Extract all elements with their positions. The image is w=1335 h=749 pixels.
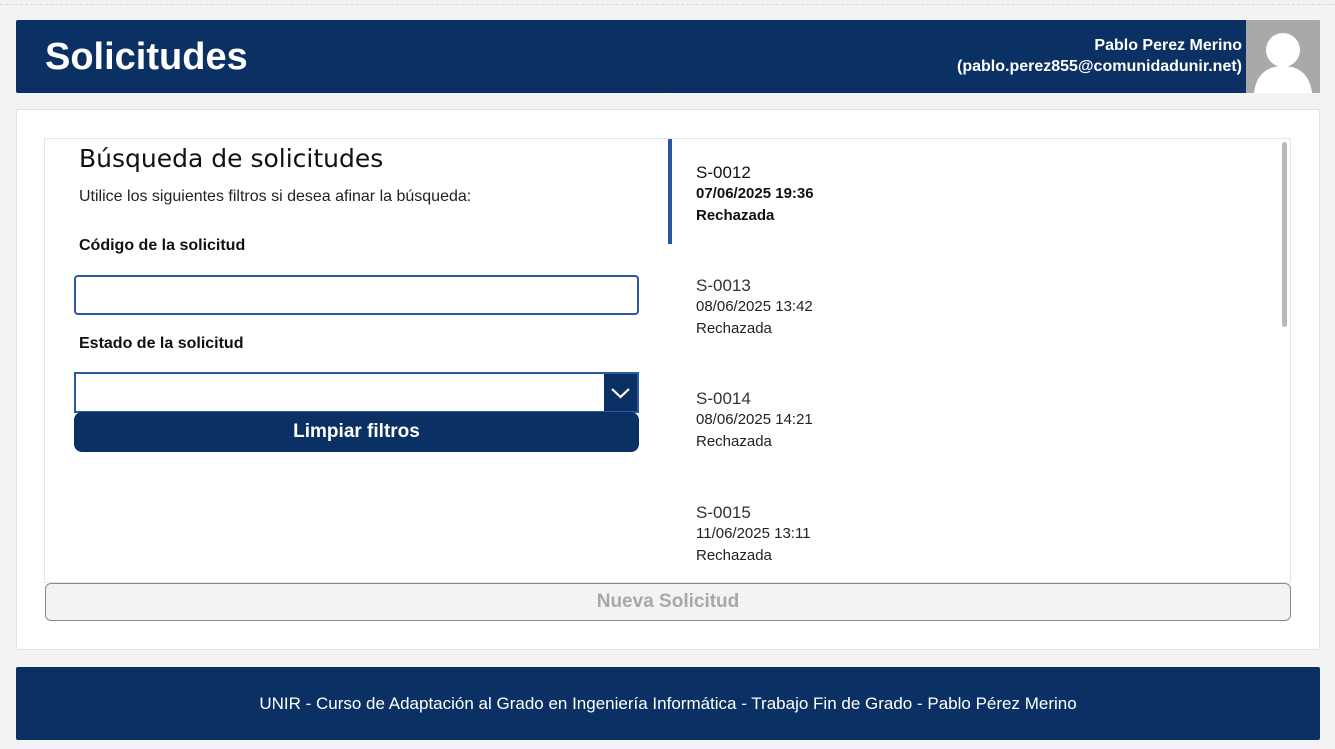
request-state: Rechazada	[696, 320, 772, 337]
list-item[interactable]: S-0013 08/06/2025 13:42 Rechazada	[696, 276, 813, 340]
request-state: Rechazada	[696, 433, 772, 450]
list-scrollbar[interactable]	[1282, 142, 1287, 327]
chevron-down-icon[interactable]	[604, 374, 637, 411]
list-item[interactable]: S-0015 11/06/2025 13:11 Rechazada	[696, 503, 811, 567]
request-code: S-0014	[696, 389, 751, 408]
code-label: Código de la solicitud	[79, 237, 246, 254]
clear-filters-button[interactable]: Limpiar filtros	[74, 412, 639, 452]
top-border	[0, 0, 1335, 5]
request-code: S-0015	[696, 503, 751, 522]
request-date: 11/06/2025 13:11	[696, 525, 811, 542]
list-item[interactable]: S-0014 08/06/2025 14:21 Rechazada	[696, 389, 813, 453]
user-email: (pablo.perez855@comunidadunir.net)	[957, 58, 1242, 75]
request-state: Rechazada	[696, 207, 775, 224]
code-input[interactable]	[74, 275, 639, 315]
request-date: 08/06/2025 14:21	[696, 411, 813, 428]
header-divider	[666, 20, 667, 93]
search-subtitle: Utilice los siguientes filtros si desea …	[79, 188, 472, 205]
list-item[interactable]: S-0012 07/06/2025 19:36 Rechazada	[696, 163, 814, 227]
request-code: S-0013	[696, 276, 751, 295]
request-date: 07/06/2025 19:36	[696, 185, 814, 202]
user-name: Pablo Perez Merino	[1094, 37, 1242, 54]
app-header: Solicitudes Pablo Perez Merino (pablo.pe…	[16, 20, 1320, 93]
user-avatar-icon[interactable]	[1246, 20, 1320, 93]
search-title: Búsqueda de solicitudes	[79, 144, 384, 173]
state-label: Estado de la solicitud	[79, 335, 244, 352]
request-state: Rechazada	[696, 547, 772, 564]
page-title: Solicitudes	[45, 36, 248, 78]
state-select[interactable]	[74, 372, 639, 413]
footer-text: UNIR - Curso de Adaptación al Grado en I…	[16, 667, 1320, 740]
selection-indicator	[668, 139, 672, 244]
request-date: 08/06/2025 13:42	[696, 298, 813, 315]
request-code: S-0012	[696, 163, 751, 182]
new-request-button[interactable]: Nueva Solicitud	[45, 583, 1291, 621]
